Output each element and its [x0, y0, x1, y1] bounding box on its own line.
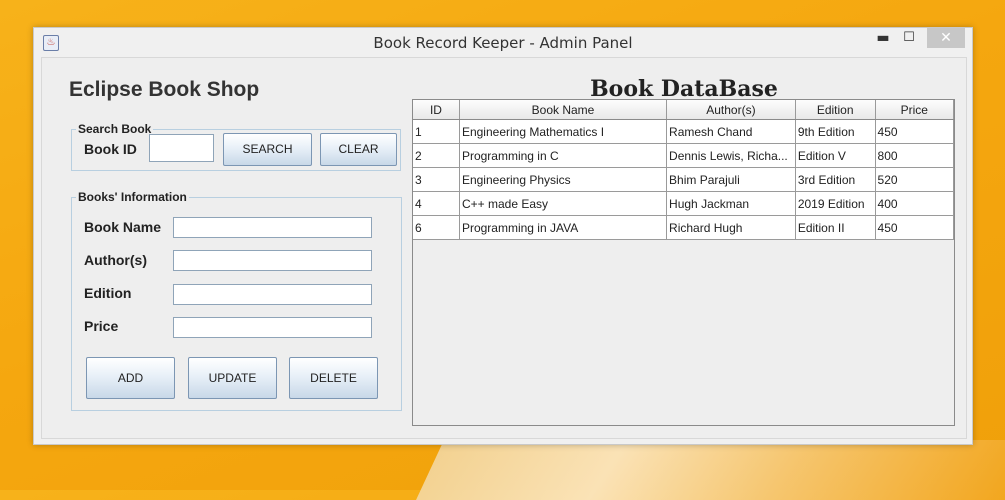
cell-book-name[interactable]: Programming in JAVA	[459, 215, 668, 240]
cell-price[interactable]: 520	[875, 167, 955, 192]
cell-authors[interactable]: Hugh Jackman	[666, 191, 796, 216]
edition-input[interactable]	[173, 284, 372, 305]
cell-authors[interactable]: Richard Hugh	[666, 215, 796, 240]
cell-id[interactable]: 3	[413, 167, 460, 192]
table-header-row: ID Book Name Author(s) Edition Price	[413, 100, 955, 120]
cell-edition[interactable]: Edition V	[795, 143, 876, 168]
cell-edition[interactable]: 9th Edition	[795, 119, 876, 144]
column-header-price[interactable]: Price	[875, 100, 955, 120]
desktop-background-shape	[416, 440, 1005, 500]
cell-edition[interactable]: 3rd Edition	[795, 167, 876, 192]
book-table[interactable]: ID Book Name Author(s) Edition Price 1 E…	[412, 99, 955, 426]
cell-id[interactable]: 6	[413, 215, 460, 240]
delete-button[interactable]: DELETE	[289, 357, 378, 399]
cell-edition[interactable]: Edition II	[795, 215, 876, 240]
cell-authors[interactable]: Dennis Lewis, Richa...	[666, 143, 796, 168]
table-row[interactable]: 6 Programming in JAVA Richard Hugh Editi…	[413, 215, 955, 240]
cell-authors[interactable]: Bhim Parajuli	[666, 167, 796, 192]
update-button[interactable]: UPDATE	[188, 357, 277, 399]
maximize-button[interactable]: ☐	[896, 28, 922, 48]
title-bar[interactable]: ♨ Book Record Keeper - Admin Panel ▬ ☐ ✕	[34, 28, 972, 56]
authors-input[interactable]	[173, 250, 372, 271]
table-row[interactable]: 4 C++ made Easy Hugh Jackman 2019 Editio…	[413, 191, 955, 216]
minimize-button[interactable]: ▬	[870, 28, 896, 48]
cell-price[interactable]: 450	[875, 119, 955, 144]
cell-authors[interactable]: Ramesh Chand	[666, 119, 796, 144]
column-header-id[interactable]: ID	[413, 100, 460, 120]
book-grid: ID Book Name Author(s) Edition Price 1 E…	[413, 100, 955, 240]
book-name-label: Book Name	[84, 219, 162, 235]
cell-id[interactable]: 4	[413, 191, 460, 216]
cell-price[interactable]: 800	[875, 143, 955, 168]
close-button[interactable]: ✕	[927, 28, 965, 48]
price-input[interactable]	[173, 317, 372, 338]
book-id-input[interactable]	[149, 134, 214, 162]
edition-label: Edition	[84, 285, 132, 301]
table-row[interactable]: 1 Engineering Mathematics I Ramesh Chand…	[413, 119, 955, 144]
cell-book-name[interactable]: C++ made Easy	[459, 191, 668, 216]
cell-id[interactable]: 1	[413, 119, 460, 144]
clear-button[interactable]: CLEAR	[320, 133, 397, 166]
cell-book-name[interactable]: Engineering Physics	[459, 167, 668, 192]
search-book-legend: Search Book	[78, 122, 152, 136]
window-title: Book Record Keeper - Admin Panel	[373, 34, 633, 52]
column-header-book-name[interactable]: Book Name	[459, 100, 668, 120]
book-name-input[interactable]	[173, 217, 372, 238]
table-row[interactable]: 3 Engineering Physics Bhim Parajuli 3rd …	[413, 167, 955, 192]
cell-edition[interactable]: 2019 Edition	[795, 191, 876, 216]
books-information-legend: Books' Information	[78, 190, 187, 204]
column-header-edition[interactable]: Edition	[795, 100, 876, 120]
content-panel: Eclipse Book Shop Search Book Book ID SE…	[41, 57, 967, 439]
table-row[interactable]: 2 Programming in C Dennis Lewis, Richa..…	[413, 143, 955, 168]
price-label: Price	[84, 318, 119, 334]
authors-label: Author(s)	[84, 252, 147, 268]
app-window: ♨ Book Record Keeper - Admin Panel ▬ ☐ ✕…	[33, 27, 973, 445]
search-button[interactable]: SEARCH	[223, 133, 312, 166]
cell-id[interactable]: 2	[413, 143, 460, 168]
add-button[interactable]: ADD	[86, 357, 175, 399]
cell-price[interactable]: 450	[875, 215, 955, 240]
cell-price[interactable]: 400	[875, 191, 955, 216]
cell-book-name[interactable]: Programming in C	[459, 143, 668, 168]
shop-title: Eclipse Book Shop	[69, 78, 260, 101]
book-id-label: Book ID	[84, 141, 137, 157]
cell-book-name[interactable]: Engineering Mathematics I	[459, 119, 668, 144]
column-header-authors[interactable]: Author(s)	[666, 100, 796, 120]
